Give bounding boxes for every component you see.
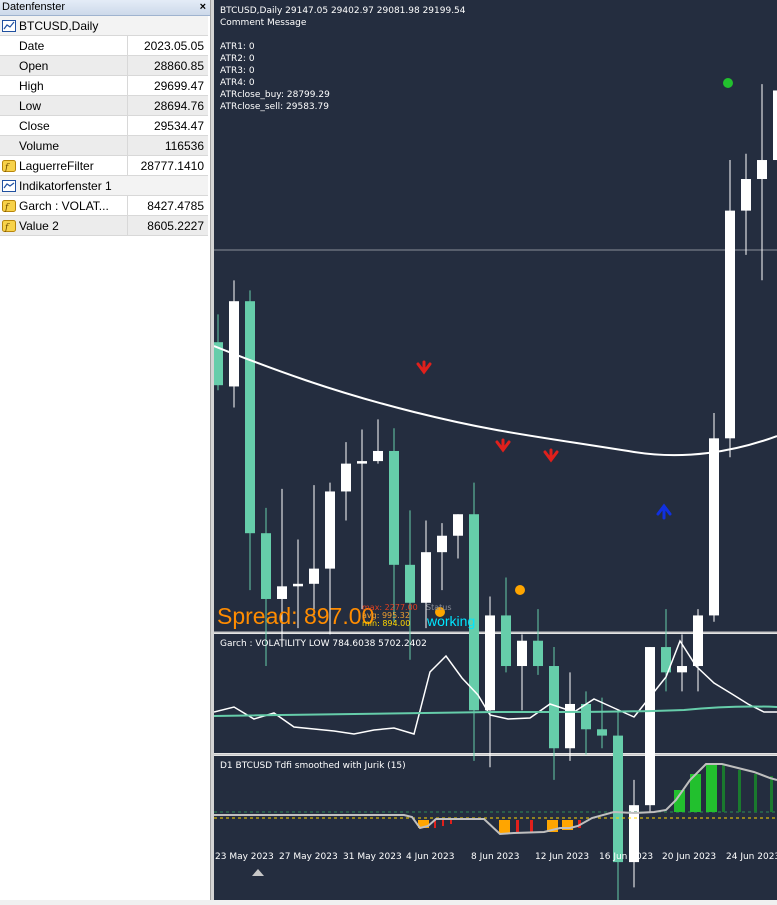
status-label: Status <box>426 603 452 612</box>
row-label: Date <box>0 35 128 56</box>
tdfi-title: D1 BTCUSD Tdfi smoothed with Jurik (15) <box>220 761 406 771</box>
candle-body <box>325 491 335 569</box>
candle-body <box>261 533 271 599</box>
candle-body <box>517 640 527 667</box>
spread-label: Spread: 897.00 <box>217 603 375 629</box>
orange-dot <box>515 585 525 595</box>
subwindow-row[interactable]: Indikatorfenster 1 <box>0 175 208 196</box>
row-label: Garch : VOLAT... <box>19 198 109 213</box>
candle-body <box>645 647 655 806</box>
candle-body <box>693 615 703 667</box>
row-value: 8427.4785 <box>127 195 208 216</box>
time-label: 24 Jun 2023 <box>726 852 777 862</box>
row-value: 28777.1410 <box>127 155 208 176</box>
row-value: 29699.47 <box>127 75 208 96</box>
row-value: 8605.2227 <box>127 215 208 236</box>
chart-window-icon <box>2 19 16 32</box>
candle-body <box>597 729 607 736</box>
data-row-volume: Volume 116536 <box>0 135 208 156</box>
data-window-titlebar[interactable]: Datenfenster × <box>0 0 210 16</box>
candle-body <box>389 450 399 565</box>
atr-line-4: ATR4: 0 <box>220 78 255 88</box>
row-label: Open <box>0 55 128 76</box>
candle-body <box>613 735 623 863</box>
atr-line-2: ATR2: 0 <box>220 54 255 64</box>
time-label: 4 Jun 2023 <box>406 852 455 862</box>
row-label: High <box>0 75 128 96</box>
candle-body <box>309 568 319 584</box>
subwindow-label: Indikatorfenster 1 <box>19 178 112 193</box>
candle-body <box>581 703 591 730</box>
candle-body <box>533 640 543 667</box>
green-dot <box>723 78 733 88</box>
candle-body <box>437 535 447 553</box>
working-status: working <box>427 613 476 629</box>
candle-body <box>229 301 239 387</box>
time-label: 8 Jun 2023 <box>471 852 520 862</box>
candle-body <box>485 615 495 711</box>
row-value: 28694.76 <box>127 95 208 116</box>
candle-body <box>501 615 511 667</box>
time-label: 31 May 2023 <box>343 852 402 862</box>
chart-header: BTCUSD,Daily 29147.05 29402.97 29081.98 … <box>220 6 466 16</box>
close-icon[interactable]: × <box>200 0 206 15</box>
symbol-header: BTCUSD,Daily <box>19 18 99 33</box>
time-label: 20 Jun 2023 <box>662 852 717 862</box>
garch-pane[interactable] <box>214 634 777 753</box>
atr-close-buy: ATRclose_buy: 28799.29 <box>220 90 330 100</box>
data-window: Datenfenster × BTCUSD,Daily Date 2023.05.… <box>0 0 211 900</box>
row-label: Low <box>0 95 128 116</box>
row-value: 29534.47 <box>127 115 208 136</box>
candle-body <box>421 552 431 603</box>
row-label: Close <box>0 115 128 136</box>
data-row-value2: f Value 2 8605.2227 <box>0 215 208 236</box>
symbol-row[interactable]: BTCUSD,Daily <box>0 16 208 36</box>
data-row-close: Close 29534.47 <box>0 115 208 136</box>
row-value: 2023.05.05 <box>127 35 208 56</box>
candle-body <box>741 179 751 211</box>
spread-min: min: 894.00 <box>362 619 411 628</box>
candle-body <box>373 450 383 462</box>
row-label: Value 2 <box>19 218 59 233</box>
time-label: 12 Jun 2023 <box>535 852 590 862</box>
candle-body <box>341 463 351 492</box>
time-label: 16 Jun 2023 <box>599 852 654 862</box>
candle-body <box>725 210 735 439</box>
subwindow-icon <box>2 179 16 192</box>
atr-line-1: ATR1: 0 <box>220 42 255 52</box>
data-window-table: BTCUSD,Daily Date 2023.05.05 Open 28860.85… <box>0 16 208 236</box>
candle-body <box>405 564 415 603</box>
candle-body <box>277 586 287 599</box>
row-value: 116536 <box>127 135 208 156</box>
candle-body <box>757 160 767 179</box>
candle-body <box>773 90 777 161</box>
data-row-date: Date 2023.05.05 <box>0 35 208 56</box>
data-row-laguerre: f LaguerreFilter 28777.1410 <box>0 155 208 176</box>
data-row-garch: f Garch : VOLAT... 8427.4785 <box>0 195 208 216</box>
candle-body <box>677 666 687 673</box>
candle-body <box>245 301 255 534</box>
candle-body <box>453 514 463 536</box>
candle-body <box>293 583 303 587</box>
row-value: 28860.85 <box>127 55 208 76</box>
comment-message: Comment Message <box>220 18 307 28</box>
candle-body <box>357 461 367 464</box>
time-axis <box>214 876 777 900</box>
time-label: 27 May 2023 <box>279 852 338 862</box>
data-row-low: Low 28694.76 <box>0 95 208 116</box>
indicator-icon: f <box>2 199 16 213</box>
atr-close-sell: ATRclose_sell: 29583.79 <box>220 102 329 112</box>
indicator-icon: f <box>2 159 16 173</box>
data-row-high: High 29699.47 <box>0 75 208 96</box>
garch-title: Garch : VOLATILITY LOW 784.6038 5702.240… <box>220 639 427 649</box>
atr-line-3: ATR3: 0 <box>220 66 255 76</box>
row-label: LaguerreFilter <box>19 158 94 173</box>
time-label: 23 May 2023 <box>215 852 274 862</box>
row-label: Volume <box>0 135 128 156</box>
candle-body <box>709 438 719 616</box>
chart-area[interactable]: BTCUSD,Daily 29147.05 29402.97 29081.98 … <box>213 0 777 901</box>
data-row-open: Open 28860.85 <box>0 55 208 76</box>
data-window-title: Datenfenster <box>2 1 65 13</box>
indicator-icon: f <box>2 219 16 233</box>
